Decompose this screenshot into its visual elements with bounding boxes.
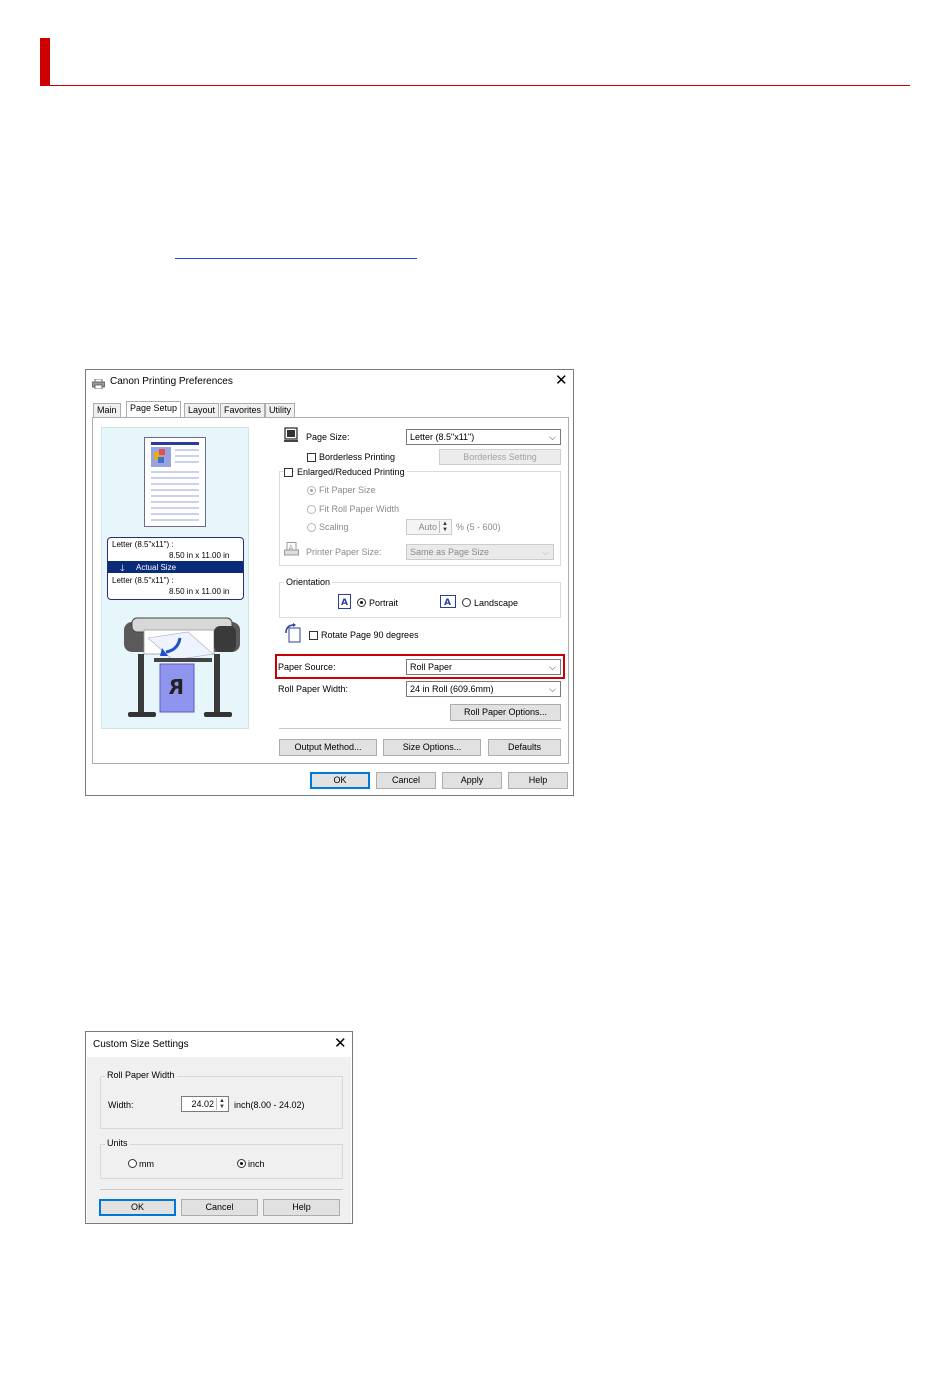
chevron-down-icon: ⌵ [542,547,549,557]
rotate-label: Rotate Page 90 degrees [321,630,419,640]
spin-arrows-icon[interactable]: ▲ ▼ [216,1098,227,1110]
separator [100,1189,343,1190]
hyperlink-underline[interactable] [175,258,417,259]
tab-layout[interactable]: Layout [184,403,220,418]
svg-text:A: A [341,598,348,608]
width-spinner[interactable]: 24.02 ▲ ▼ [181,1096,229,1112]
borderless-label: Borderless Printing [319,452,396,462]
chevron-down-icon: ⌵ [549,684,556,694]
arrow-down-icon: 🡓 [120,563,125,573]
close-icon[interactable]: ✕ [334,1036,347,1051]
roll-width-label: Roll Paper Width: [278,684,349,694]
page-size-label: Page Size: [306,432,350,442]
roll-width-select[interactable]: 24 in Roll (609.6mm) ⌵ [406,681,561,697]
tab-main[interactable]: Main [93,403,121,418]
custom-size-dialog: Custom Size Settings ✕ Roll Paper Width … [85,1031,353,1224]
help-button[interactable]: Help [508,772,568,789]
page-preview-thumbnail [144,437,206,527]
defaults-button[interactable]: Defaults [488,739,561,756]
page-size-value: Letter (8.5"x11") [410,432,475,442]
preview-size-top-dims: 8.50 in x 11.00 in [169,551,230,560]
enlarged-checkbox[interactable] [284,468,293,477]
preview-size-bottom: Letter (8.5"x11") : [112,576,174,585]
separator [279,728,561,729]
heading-accent-bar [40,38,50,86]
printer-paper-size-select[interactable]: Same as Page Size ⌵ [406,544,554,560]
width-label: Width: [108,1100,134,1110]
roll-width-group-label: Roll Paper Width [105,1070,177,1080]
unit-inch-radio[interactable] [237,1159,246,1168]
portrait-icon: A [338,594,351,609]
borderless-setting-button[interactable]: Borderless Setting [439,449,561,465]
unit-mm-label: mm [139,1159,154,1169]
tab-page-setup[interactable]: Page Setup [126,401,182,418]
rotate-checkbox[interactable] [309,631,318,640]
chevron-down-icon: ⌵ [549,432,556,442]
dialog-title: Canon Printing Preferences [110,376,233,387]
ok-button[interactable]: OK [310,772,370,789]
roll-options-button[interactable]: Roll Paper Options... [450,704,561,721]
scaling-radio[interactable] [307,523,316,532]
rotate-icon [284,623,301,643]
printer-paper-size-label: Printer Paper Size: [306,547,382,557]
preview-size-top: Letter (8.5"x11") : [112,540,174,549]
cancel-button[interactable]: Cancel [376,772,436,789]
paper-source-highlight [275,654,565,679]
page-size-select[interactable]: Letter (8.5"x11") ⌵ [406,429,561,445]
printer-icon [92,376,105,390]
printer-paper-size-icon: A [284,542,299,556]
borderless-checkbox[interactable] [307,453,316,462]
apply-button[interactable]: Apply [442,772,502,789]
scaling-spinner[interactable]: Auto ▲ ▼ [406,519,452,535]
orientation-label: Orientation [284,577,333,587]
preview-size-bottom-dims: 8.50 in x 11.00 in [169,587,230,596]
page-size-icon [284,427,298,443]
ok-button[interactable]: OK [99,1199,176,1216]
printing-preferences-dialog: Canon Printing Preferences ✕ Main Page S… [85,369,574,796]
scaling-value: Auto [418,522,437,532]
unit-inch-label: inch [248,1159,265,1169]
printer-illustration: R [118,608,246,726]
orientation-group [279,582,561,618]
output-method-button[interactable]: Output Method... [279,739,377,756]
fit-paper-size-label: Fit Paper Size [319,485,376,495]
scaling-label: Scaling [319,522,349,532]
scaling-range: % (5 - 600) [456,522,501,532]
width-range: inch(8.00 - 24.02) [234,1100,305,1110]
close-icon[interactable]: ✕ [555,373,568,388]
tab-favorites[interactable]: Favorites [220,403,266,418]
dialog-title: Custom Size Settings [93,1039,189,1050]
size-options-button[interactable]: Size Options... [383,739,481,756]
width-value: 24.02 [191,1099,214,1109]
printer-paper-size-value: Same as Page Size [410,547,490,557]
heading-rule [40,85,910,86]
fit-paper-size-radio[interactable] [307,486,316,495]
actual-size-label: Actual Size [136,563,177,572]
units-group-label: Units [105,1138,130,1148]
roll-width-value: 24 in Roll (609.6mm) [410,684,494,694]
svg-text:R: R [169,675,184,699]
help-button[interactable]: Help [263,1199,340,1216]
enlarged-label: Enlarged/Reduced Printing [295,467,407,477]
portrait-radio[interactable] [357,598,366,607]
unit-mm-radio[interactable] [128,1159,137,1168]
landscape-radio[interactable] [462,598,471,607]
tab-utility[interactable]: Utility [265,403,295,418]
svg-text:A: A [444,598,451,608]
fit-roll-width-radio[interactable] [307,505,316,514]
landscape-icon: A [440,595,456,608]
cancel-button[interactable]: Cancel [181,1199,258,1216]
spin-arrows-icon[interactable]: ▲ ▼ [439,521,450,533]
portrait-label: Portrait [369,598,399,608]
landscape-label: Landscape [474,598,519,608]
fit-roll-width-label: Fit Roll Paper Width [319,504,400,514]
